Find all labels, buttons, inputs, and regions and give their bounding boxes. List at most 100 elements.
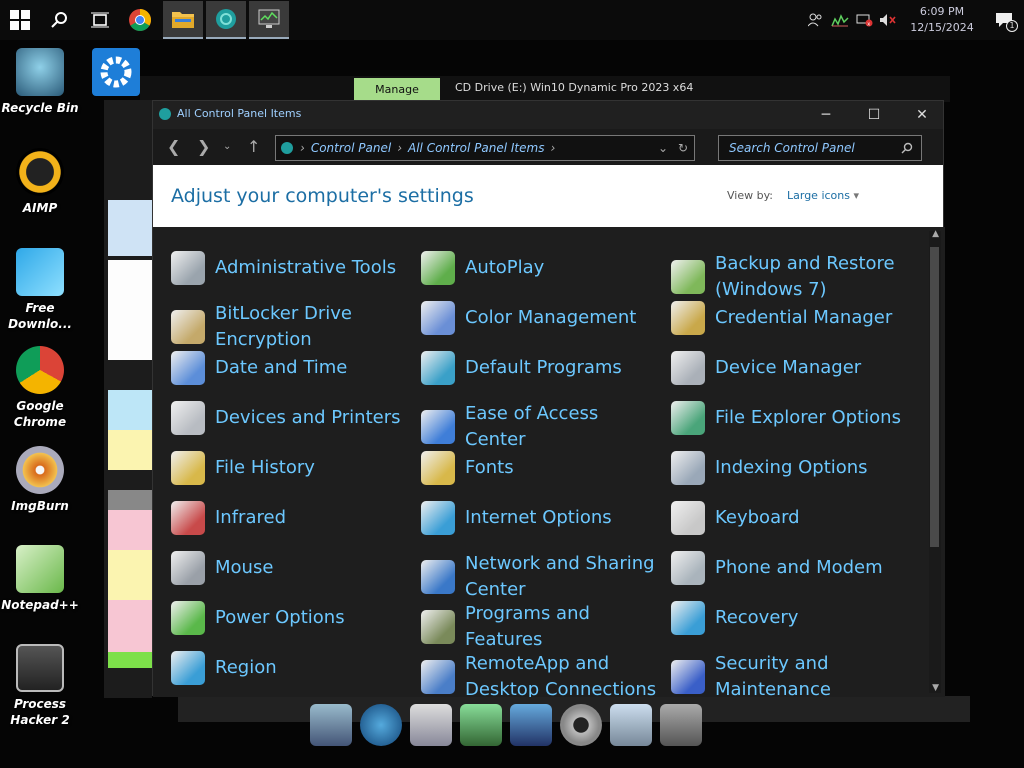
chevron-down-icon[interactable]: ⌄ bbox=[658, 141, 668, 155]
control-panel-item[interactable]: Administrative Tools bbox=[171, 251, 411, 285]
manage-tab[interactable]: Manage bbox=[354, 78, 440, 100]
refresh-icon[interactable]: ↻ bbox=[678, 141, 688, 155]
desktop-icon-label: Notepad++ bbox=[1, 598, 79, 612]
desktop-icon-notepadpp[interactable]: Notepad++ bbox=[0, 545, 80, 613]
control-panel-item[interactable]: BitLocker Drive Encryption bbox=[171, 301, 411, 353]
taskbar-chrome[interactable] bbox=[120, 1, 160, 39]
control-panel-item[interactable]: File History bbox=[171, 451, 411, 485]
control-panel-item[interactable]: Devices and Printers bbox=[171, 401, 411, 435]
system-tray: x 6:09 PM 12/15/2024 1 bbox=[804, 0, 1024, 40]
control-panel-item-label: Power Options bbox=[215, 607, 345, 628]
volume-muted-icon[interactable] bbox=[876, 0, 900, 40]
control-panel-item[interactable]: Fonts bbox=[421, 451, 661, 485]
dock bbox=[310, 690, 715, 746]
explorer-window-title: CD Drive (E:) Win10 Dynamic Pro 2023 x64 bbox=[455, 81, 694, 94]
people-icon[interactable] bbox=[804, 0, 828, 40]
chrome-icon bbox=[16, 346, 64, 394]
control-panel-item[interactable]: Infrared bbox=[171, 501, 411, 535]
control-panel-item-label: Programs and Features bbox=[465, 603, 590, 650]
control-panel-item[interactable]: Ease of Access Center bbox=[421, 401, 661, 453]
desktop-icon-label: AIMP bbox=[22, 201, 58, 215]
control-panel-item[interactable]: Power Options bbox=[171, 601, 411, 635]
minimize-icon: ─ bbox=[821, 107, 831, 123]
dock-music-icon[interactable] bbox=[510, 704, 552, 746]
control-panel-item[interactable]: Backup and Restore (Windows 7) bbox=[671, 251, 911, 303]
control-panel-item-label: Security and Maintenance bbox=[715, 653, 831, 697]
forward-arrow-icon[interactable]: ❯ bbox=[197, 137, 210, 156]
desktop-icon-process-hacker[interactable]: Process Hacker 2 bbox=[0, 644, 80, 728]
network-activity-icon[interactable] bbox=[828, 0, 852, 40]
control-panel-item[interactable]: File Explorer Options bbox=[671, 401, 911, 435]
maximize-button[interactable]: ☐ bbox=[851, 101, 897, 129]
taskbar-process-hacker[interactable] bbox=[249, 1, 289, 39]
taskbar-file-explorer[interactable] bbox=[163, 1, 203, 39]
dock-settings-gear-icon[interactable] bbox=[560, 704, 602, 746]
control-panel-item[interactable]: Credential Manager bbox=[671, 301, 911, 335]
scroll-up-icon[interactable]: ▲ bbox=[932, 229, 939, 239]
recycle-bin-icon bbox=[16, 48, 64, 96]
control-panel-titlebar[interactable]: All Control Panel Items ─ ☐ ✕ bbox=[153, 101, 943, 129]
clock[interactable]: 6:09 PM 12/15/2024 bbox=[900, 4, 984, 36]
search-button[interactable] bbox=[40, 0, 80, 40]
desktop-icon-aimp[interactable]: AIMP bbox=[0, 148, 80, 216]
control-panel-item[interactable]: Internet Options bbox=[421, 501, 661, 535]
search-input[interactable]: Search Control Panel bbox=[718, 135, 922, 161]
desktop-icon-free-download[interactable]: Free Downlo... bbox=[0, 248, 80, 332]
dock-pictures-icon[interactable] bbox=[460, 704, 502, 746]
control-panel-item-label: Mouse bbox=[215, 557, 274, 578]
dock-recycle-bin-icon[interactable] bbox=[610, 704, 652, 746]
control-panel-item[interactable]: Network and Sharing Center bbox=[421, 551, 661, 603]
control-panel-item-label: Backup and Restore (Windows 7) bbox=[715, 253, 895, 300]
network-disconnected-icon[interactable]: x bbox=[852, 0, 876, 40]
settings-shortcut-icon[interactable] bbox=[92, 48, 140, 96]
recent-locations-icon[interactable]: ⌄ bbox=[223, 141, 231, 152]
back-arrow-icon[interactable]: ❮ bbox=[167, 137, 180, 156]
control-panel-item[interactable]: Device Manager bbox=[671, 351, 911, 385]
control-panel-item[interactable]: Indexing Options bbox=[671, 451, 911, 485]
scrollbar-thumb[interactable] bbox=[930, 247, 939, 547]
task-view-icon bbox=[91, 12, 109, 28]
scroll-down-icon[interactable]: ▼ bbox=[932, 683, 939, 693]
infrared-icon bbox=[171, 501, 205, 535]
control-panel-item[interactable]: Region bbox=[171, 651, 411, 685]
control-panel-item[interactable]: Recovery bbox=[671, 601, 911, 635]
control-panel-item[interactable]: Phone and Modem bbox=[671, 551, 911, 585]
start-button[interactable] bbox=[0, 0, 40, 40]
desktop-icon-imgburn[interactable]: ImgBurn bbox=[0, 446, 80, 514]
control-panel-item[interactable]: Mouse bbox=[171, 551, 411, 585]
address-bar[interactable]: › Control Panel › All Control Panel Item… bbox=[275, 135, 695, 161]
control-panel-item[interactable]: Default Programs bbox=[421, 351, 661, 385]
breadcrumb-control-panel[interactable]: Control Panel bbox=[311, 141, 391, 155]
dock-documents-icon[interactable] bbox=[410, 704, 452, 746]
taskbar: x 6:09 PM 12/15/2024 1 bbox=[0, 0, 1024, 40]
search-placeholder: Search Control Panel bbox=[729, 141, 855, 155]
process-hacker-window[interactable] bbox=[104, 100, 152, 698]
taskbar-control-panel[interactable] bbox=[206, 1, 246, 39]
close-icon: ✕ bbox=[916, 107, 928, 123]
dock-utility-icon[interactable] bbox=[660, 704, 702, 746]
control-panel-item-label: Color Management bbox=[465, 307, 637, 328]
printer-icon bbox=[171, 401, 205, 435]
view-by-dropdown[interactable]: Large icons ▾ bbox=[787, 189, 859, 202]
close-button[interactable]: ✕ bbox=[899, 101, 945, 129]
desktop-icon-google-chrome[interactable]: Google Chrome bbox=[0, 346, 80, 430]
task-view-button[interactable] bbox=[80, 0, 120, 40]
control-panel-item-label: Default Programs bbox=[465, 357, 622, 378]
security-flag-icon bbox=[671, 660, 705, 694]
programs-icon bbox=[421, 610, 455, 644]
clock-time: 6:09 PM bbox=[919, 5, 965, 18]
dock-computer-icon[interactable] bbox=[310, 704, 352, 746]
control-panel-item[interactable]: Keyboard bbox=[671, 501, 911, 535]
notification-center-button[interactable]: 1 bbox=[984, 0, 1024, 40]
control-panel-item[interactable]: AutoPlay bbox=[421, 251, 661, 285]
control-panel-item[interactable]: Date and Time bbox=[171, 351, 411, 385]
up-arrow-icon[interactable]: ↑ bbox=[247, 137, 260, 156]
page-header: Adjust your computer's settings View by:… bbox=[153, 165, 943, 227]
minimize-button[interactable]: ─ bbox=[803, 101, 849, 129]
control-panel-icon bbox=[281, 142, 293, 154]
control-panel-item[interactable]: Programs and Features bbox=[421, 601, 661, 653]
dock-network-icon[interactable] bbox=[360, 704, 402, 746]
desktop-icon-recycle-bin[interactable]: Recycle Bin bbox=[0, 48, 80, 116]
breadcrumb-all-items[interactable]: All Control Panel Items bbox=[408, 141, 544, 155]
control-panel-item[interactable]: Color Management bbox=[421, 301, 661, 335]
